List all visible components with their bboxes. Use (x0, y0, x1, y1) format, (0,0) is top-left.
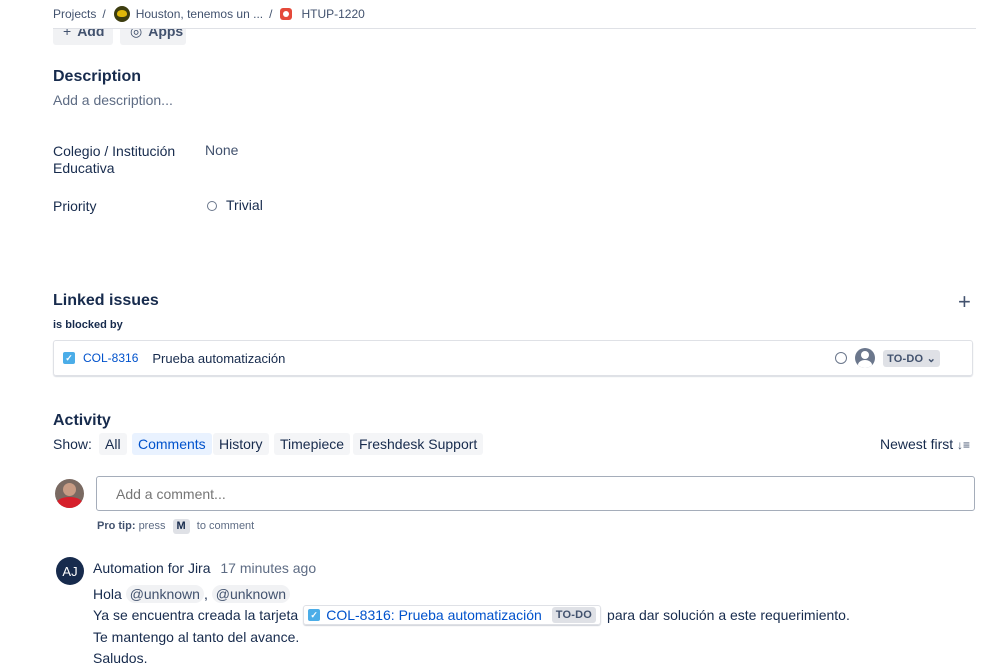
pro-tip-press: press (138, 520, 166, 532)
school-field-value[interactable]: None (205, 142, 238, 158)
priority-trivial-icon (835, 352, 848, 364)
sort-icon: ↓≡ (957, 438, 971, 452)
tab-freshdesk-support[interactable]: Freshdesk Support (353, 433, 484, 455)
apps-button-label: Apps (148, 23, 184, 39)
description-placeholder[interactable]: Add a description... (53, 92, 173, 108)
sort-order-label: Newest first (880, 436, 954, 452)
linked-issue-row[interactable]: ✓ COL-8316 Prueba automatización TO-DO ⌄ (53, 340, 973, 376)
show-label: Show: (53, 436, 92, 452)
linked-issues-heading: Linked issues (53, 292, 159, 309)
activity-heading: Activity (53, 412, 111, 429)
mention[interactable]: @unknown (125, 585, 204, 603)
tab-timepiece[interactable]: Timepiece (274, 433, 351, 455)
breadcrumb: Projects / Houston, tenemos un ... / HTU… (53, 6, 365, 22)
description-heading: Description (53, 68, 142, 85)
task-icon: ✓ (63, 352, 75, 364)
shortcut-key: M (172, 519, 190, 534)
comment-line-1: Hola @unknown, @unknown (93, 585, 290, 603)
comment-line-2: Ya se encuentra creada la tarjeta ✓ COL-… (93, 605, 850, 625)
mention[interactable]: @unknown (211, 585, 290, 603)
project-avatar-icon (113, 6, 130, 22)
pro-tip-suffix: to comment (196, 520, 255, 532)
header-divider (53, 28, 976, 29)
comment-line-2-suffix: para dar solución a este requerimiento. (607, 607, 850, 623)
status-lozenge[interactable]: TO-DO ⌄ (883, 349, 940, 367)
comment-author-initials: AJ (62, 563, 78, 579)
plus-icon: + (63, 23, 72, 39)
tab-comments[interactable]: Comments (132, 433, 212, 455)
sort-order-button[interactable]: Newest first ↓≡ (880, 436, 970, 452)
task-icon: ✓ (308, 609, 321, 621)
school-field-label-line2: Educativa (53, 160, 115, 176)
inline-issue-card[interactable]: ✓ COL-8316: Prueba automatización TO-DO (303, 605, 602, 625)
priority-value-label: Trivial (226, 197, 263, 213)
school-field-label: Colegio / Institución Educativa (53, 143, 175, 177)
tab-history[interactable]: History (213, 433, 269, 455)
add-button-label: Add (77, 23, 105, 39)
priority-value[interactable]: Trivial (207, 197, 263, 213)
linked-issue-key[interactable]: COL-8316 (83, 351, 138, 365)
pro-tip: Pro tip: press M to comment (97, 519, 254, 534)
breadcrumb-separator: / (102, 7, 106, 21)
comment-header: Automation for Jira 17 minutes ago (93, 560, 316, 576)
comment-greeting: Hola (93, 586, 122, 602)
school-field-label-line1: Colegio / Institución (53, 143, 176, 159)
priority-label: Priority (53, 198, 97, 214)
comment-author[interactable]: Automation for Jira (93, 560, 211, 576)
linked-issue-summary[interactable]: Prueba automatización (152, 351, 285, 366)
comment-line-2-prefix: Ya se encuentra creada la tarjeta (93, 607, 299, 623)
comment-line-4: Saludos. (93, 650, 148, 666)
bug-icon (280, 8, 293, 20)
inline-issue-title: COL-8316: Prueba automatización (326, 607, 542, 623)
pro-tip-label: Pro tip: (97, 520, 136, 532)
breadcrumb-issue[interactable]: HTUP-1220 (301, 7, 364, 21)
add-linked-issue-button[interactable]: + (958, 291, 971, 313)
status-lozenge: TO-DO (551, 607, 597, 623)
breadcrumb-projects[interactable]: Projects (53, 7, 96, 21)
status-lozenge-label: TO-DO (887, 352, 924, 365)
tab-all[interactable]: All (99, 433, 127, 455)
breadcrumb-project[interactable]: Houston, tenemos un ... (136, 7, 263, 21)
current-user-avatar (55, 479, 84, 508)
comment-input[interactable] (96, 476, 975, 511)
priority-trivial-icon (207, 201, 217, 212)
assignee-avatar[interactable] (855, 348, 876, 368)
comment-comma: , (203, 586, 208, 602)
comment-line-3: Te mantengo al tanto del avance. (93, 629, 300, 645)
link-relation-label: is blocked by (53, 319, 123, 331)
comment-author-avatar: AJ (56, 557, 84, 585)
chevron-down-icon: ⌄ (923, 352, 936, 365)
comment-timestamp[interactable]: 17 minutes ago (220, 560, 316, 576)
apps-icon: ◎ (130, 22, 143, 39)
breadcrumb-separator: / (269, 7, 273, 21)
